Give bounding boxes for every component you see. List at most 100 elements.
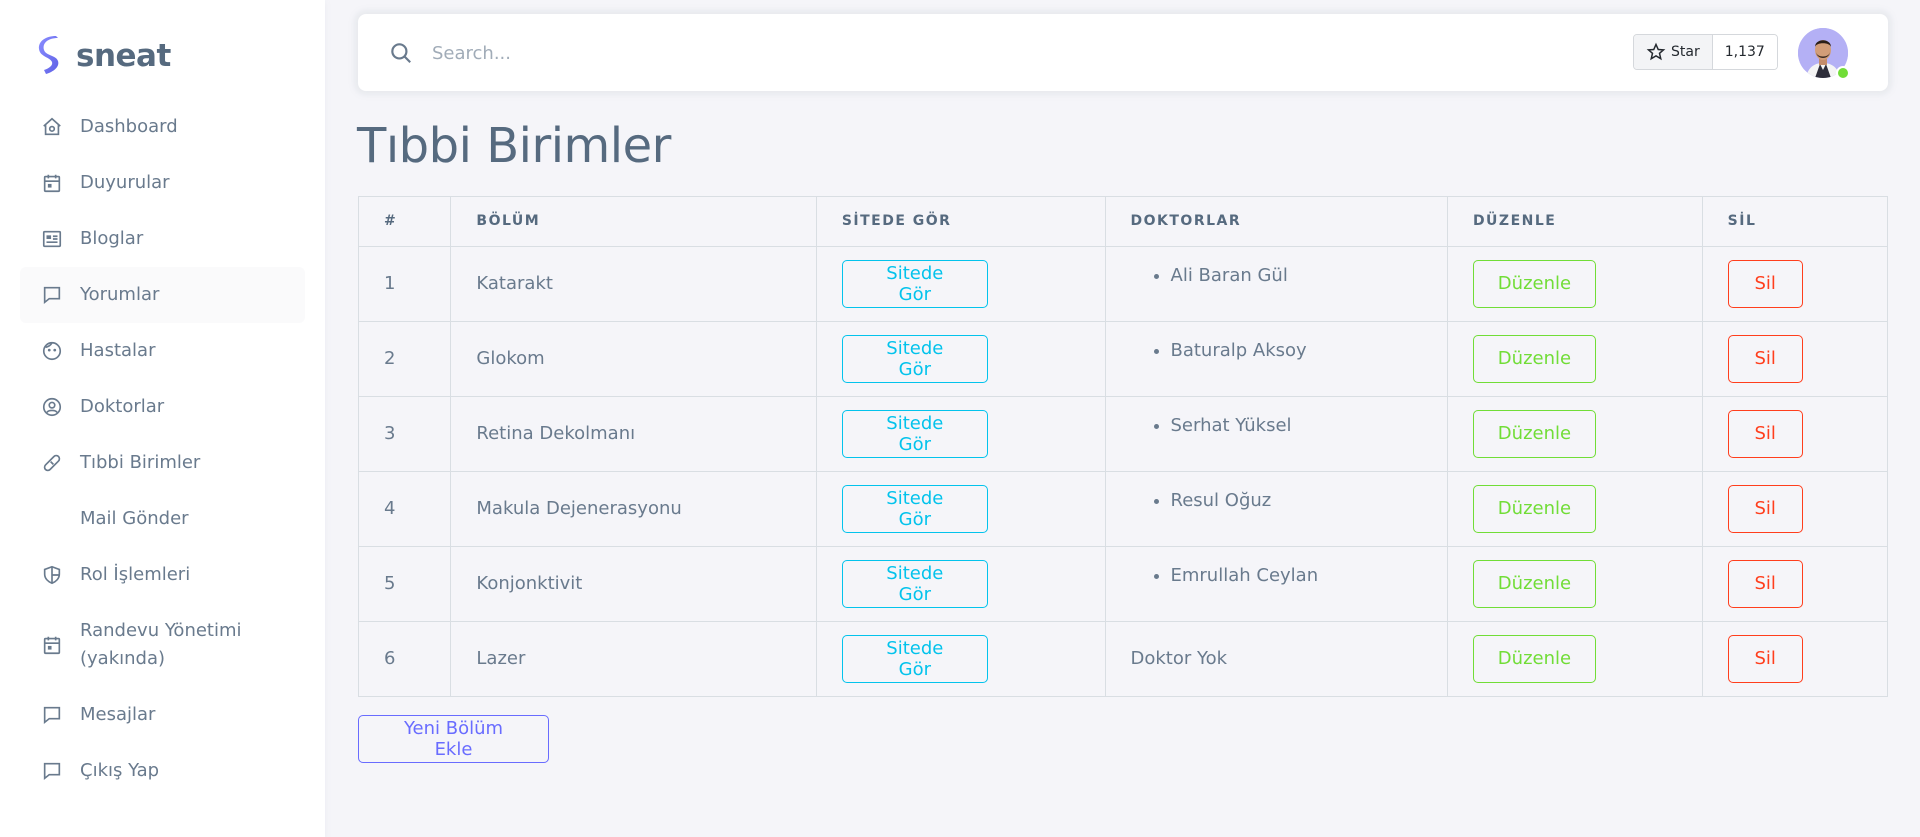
news-icon	[40, 227, 64, 251]
sidebar-item-label: Çıkış Yap	[80, 760, 160, 781]
doctor-list-item: Baturalp Aksoy	[1171, 338, 1422, 364]
sidebar-item-label: Dashboard	[80, 116, 178, 137]
sidebar-item-label: Mail Gönder	[80, 508, 189, 529]
sidebar-item-doktorlar[interactable]: Doktorlar	[20, 379, 305, 435]
page-title: Tıbbi Birimler	[357, 118, 671, 174]
star-label: Star	[1671, 44, 1700, 60]
add-department-button[interactable]: Yeni Bölüm Ekle	[358, 715, 549, 763]
sidebar-item-randevu-yonetimi[interactable]: Randevu Yönetimi (yakında)	[20, 603, 305, 687]
no-doctor-text: Doktor Yok	[1105, 621, 1448, 696]
brand[interactable]: sneat	[38, 36, 171, 76]
table-header-row: # BÖLÜM SİTEDE GÖR DOKTORLAR DÜZENLE SİL	[359, 197, 1887, 247]
home-icon	[40, 115, 64, 139]
sidebar-item-bloglar[interactable]: Bloglar	[20, 211, 305, 267]
sidebar-item-hastalar[interactable]: Hastalar	[20, 323, 305, 379]
table-row: 6 Lazer Sitede Gör Doktor Yok Düzenle Si…	[359, 621, 1887, 696]
sidebar-item-mail-gonder[interactable]: Mail Gönder	[20, 491, 305, 547]
edit-button[interactable]: Düzenle	[1472, 409, 1596, 458]
search-icon[interactable]	[388, 40, 414, 66]
calendar-icon	[40, 171, 64, 195]
column-header-doctors: DOKTORLAR	[1105, 197, 1448, 247]
row-index: 2	[359, 321, 452, 397]
sidebar-item-label: Mesajlar	[80, 704, 156, 725]
table-row: 5 Konjonktivit Sitede Gör Emrullah Ceyla…	[359, 546, 1887, 622]
doctor-list-item: Resul Oğuz	[1171, 488, 1422, 514]
sidebar-item-label: Doktorlar	[80, 396, 165, 417]
column-header-delete: SİL	[1702, 197, 1887, 247]
star-icon	[1646, 42, 1666, 61]
row-index: 6	[359, 621, 452, 696]
sidebar-item-label: Bloglar	[80, 228, 144, 249]
doctors-cell: Emrullah Ceylan	[1105, 546, 1448, 622]
delete-button[interactable]: Sil	[1727, 484, 1803, 533]
edit-button[interactable]: Düzenle	[1472, 259, 1596, 308]
delete-button[interactable]: Sil	[1727, 559, 1803, 608]
sidebar-item-label: Rol İşlemleri	[80, 564, 191, 585]
message-icon	[40, 703, 64, 727]
doctor-list-item: Emrullah Ceylan	[1171, 563, 1422, 589]
sidebar-item-duyurular[interactable]: Duyurular	[20, 155, 305, 211]
sidebar-item-yorumlar[interactable]: Yorumlar	[20, 267, 305, 323]
top-navbar: Star 1,137	[358, 14, 1888, 91]
department-name: Retina Dekolmanı	[450, 396, 817, 472]
brand-name: sneat	[76, 38, 171, 74]
view-on-site-button[interactable]: Sitede Gör	[841, 334, 988, 383]
edit-button[interactable]: Düzenle	[1472, 334, 1596, 383]
delete-button[interactable]: Sil	[1727, 409, 1803, 458]
message-icon	[40, 283, 64, 307]
doctors-cell: Serhat Yüksel	[1105, 396, 1448, 472]
sidebar-item-label: Duyurular	[80, 172, 170, 193]
star-button[interactable]: Star	[1634, 35, 1713, 69]
sidebar-menu: Dashboard Duyurular Bloglar Yorumlar Has…	[20, 99, 305, 799]
face-icon	[40, 339, 64, 363]
edit-button[interactable]: Düzenle	[1472, 634, 1596, 683]
sidebar-item-label: Tıbbi Birimler	[80, 452, 201, 473]
column-header-department: BÖLÜM	[450, 197, 817, 247]
department-name: Glokom	[450, 321, 817, 397]
department-name: Konjonktivit	[450, 546, 817, 622]
department-name: Lazer	[450, 621, 817, 696]
github-star-widget[interactable]: Star 1,137	[1633, 34, 1778, 70]
sidebar-item-label: Hastalar	[80, 340, 156, 361]
column-header-edit: DÜZENLE	[1447, 197, 1703, 247]
doctors-cell: Ali Baran Gül	[1105, 246, 1448, 322]
view-on-site-button[interactable]: Sitede Gör	[841, 559, 988, 608]
row-index: 5	[359, 546, 452, 622]
sidebar-item-mesajlar[interactable]: Mesajlar	[20, 687, 305, 743]
edit-button[interactable]: Düzenle	[1472, 484, 1596, 533]
sidebar-item-label: Randevu Yönetimi (yakında)	[80, 620, 242, 669]
sidebar-item-rol-islemleri[interactable]: Rol İşlemleri	[20, 547, 305, 603]
shield-icon	[40, 563, 64, 587]
table-row: 2 Glokom Sitede Gör Baturalp Aksoy Düzen…	[359, 321, 1887, 397]
view-on-site-button[interactable]: Sitede Gör	[841, 484, 988, 533]
department-name: Katarakt	[450, 246, 817, 322]
view-on-site-button[interactable]: Sitede Gör	[841, 409, 988, 458]
row-index: 3	[359, 396, 452, 472]
delete-button[interactable]: Sil	[1727, 259, 1803, 308]
departments-table: # BÖLÜM SİTEDE GÖR DOKTORLAR DÜZENLE SİL…	[358, 196, 1888, 697]
delete-button[interactable]: Sil	[1727, 634, 1803, 683]
sidebar-item-tibbi-birimler[interactable]: Tıbbi Birimler	[20, 435, 305, 491]
sidebar-item-dashboard[interactable]: Dashboard	[20, 99, 305, 155]
sidebar: sneat Dashboard Duyurular Bloglar Yoruml…	[0, 0, 325, 837]
online-status-indicator	[1836, 66, 1850, 80]
bandage-icon	[40, 451, 64, 475]
message-icon	[40, 759, 64, 783]
view-on-site-button[interactable]: Sitede Gör	[841, 259, 988, 308]
sneat-logo-icon	[38, 36, 66, 76]
user-circle-icon	[40, 395, 64, 419]
table-row: 3 Retina Dekolmanı Sitede Gör Serhat Yük…	[359, 396, 1887, 472]
view-on-site-button[interactable]: Sitede Gör	[841, 634, 988, 683]
sidebar-item-cikis-yap[interactable]: Çıkış Yap	[20, 743, 305, 799]
doctor-list-item: Ali Baran Gül	[1171, 263, 1422, 289]
table-row: 4 Makula Dejenerasyonu Sitede Gör Resul …	[359, 471, 1887, 547]
edit-button[interactable]: Düzenle	[1472, 559, 1596, 608]
table-row: 1 Katarakt Sitede Gör Ali Baran Gül Düze…	[359, 246, 1887, 322]
search-input[interactable]	[432, 34, 1032, 72]
row-index: 1	[359, 246, 452, 322]
doctors-cell: Resul Oğuz	[1105, 471, 1448, 547]
sidebar-item-label: Yorumlar	[80, 284, 160, 305]
column-header-index: #	[359, 197, 452, 247]
delete-button[interactable]: Sil	[1727, 334, 1803, 383]
star-count[interactable]: 1,137	[1712, 35, 1777, 69]
